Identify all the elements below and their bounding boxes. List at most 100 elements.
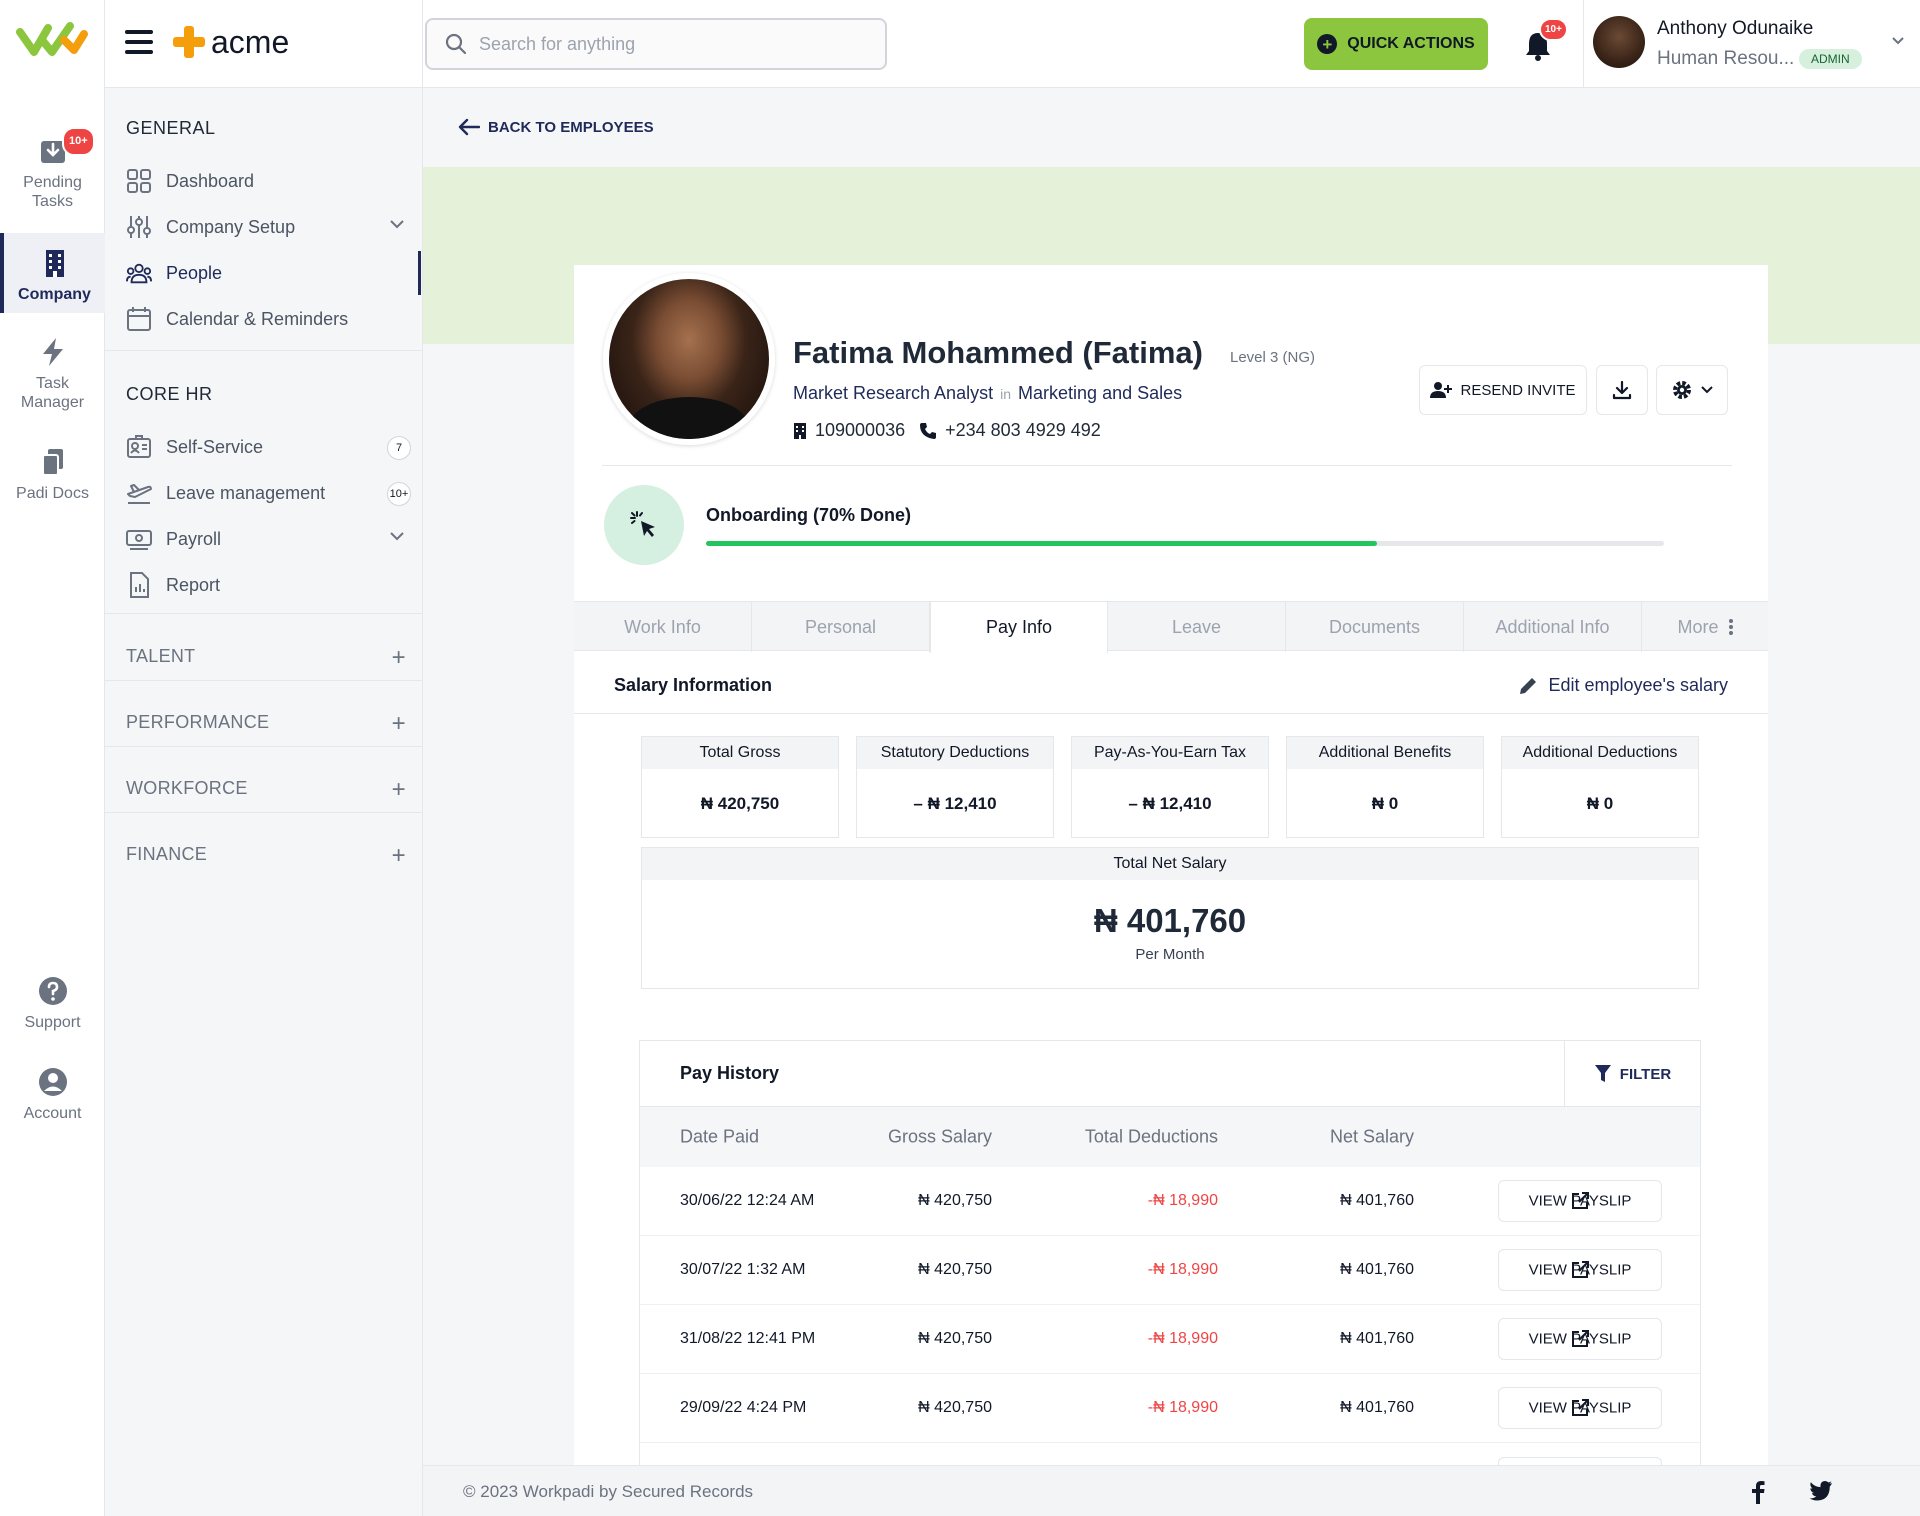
section-title-general: GENERAL: [126, 118, 216, 138]
total-net-salary: Total Net Salary ₦ 401,760 Per Month: [641, 847, 1699, 989]
back-to-employees-link[interactable]: BACK TO EMPLOYEES: [458, 118, 654, 136]
rail-label: Manager: [20, 394, 85, 411]
admin-badge: ADMIN: [1799, 49, 1862, 69]
tab-work-info[interactable]: Work Info: [574, 602, 752, 652]
sidebar-item-company-setup[interactable]: Company Setup: [126, 205, 421, 249]
divider: [1583, 0, 1584, 88]
sidebar-item-self-service[interactable]: Self-Service 7: [126, 425, 421, 469]
notifications-button[interactable]: 10+: [1523, 18, 1568, 62]
edit-salary-link[interactable]: Edit employee's salary: [1518, 675, 1728, 696]
cell-gross: ₦ 420,750: [918, 1192, 992, 1209]
search-input[interactable]: [479, 33, 859, 55]
column-header-deductions: Total Deductions: [1084, 1126, 1218, 1147]
sidebar-item-label: People: [166, 262, 223, 283]
tab-documents[interactable]: Documents: [1286, 602, 1464, 652]
column-header-gross: Gross Salary: [887, 1126, 992, 1147]
onboarding-progress-bar: [706, 541, 1664, 546]
sidebar-item-dashboard[interactable]: Dashboard: [126, 159, 421, 203]
cell-gross: ₦ 420,750: [918, 1261, 992, 1278]
cell-date: 29/09/22 4:24 PM: [680, 1399, 807, 1416]
quick-actions-button[interactable]: + QUICK ACTIONS: [1304, 18, 1488, 70]
cell-gross: ₦ 420,750: [918, 1330, 992, 1347]
stat-statutory-deductions: Statutory Deductions – ₦ 12,410: [856, 736, 1054, 838]
chevron-down-icon: [390, 220, 404, 229]
column-header-net: Net Salary: [1329, 1126, 1414, 1147]
sidebar-item-label: Payroll: [166, 528, 222, 549]
table-row: 29/09/22 4:24 PM ₦ 420,750 -₦ 18,990 ₦ 4…: [640, 1374, 1700, 1443]
tab-label: Pay Info: [985, 617, 1053, 637]
phone-icon: [920, 422, 937, 439]
tab-pay-info[interactable]: Pay Info: [930, 602, 1108, 653]
profile-tabs: Work Info Personal Pay Info Leave Docume…: [574, 601, 1768, 653]
view-payslip-label: VIEW PAYSLIP: [1528, 1261, 1632, 1279]
view-payslip-label: VIEW PAYSLIP: [1528, 1399, 1632, 1417]
sidebar-item-payroll[interactable]: Payroll: [126, 517, 421, 561]
download-button[interactable]: [1596, 365, 1648, 415]
sidebar-group-talent[interactable]: TALENT +: [126, 646, 406, 676]
workpadi-logo[interactable]: [16, 18, 88, 62]
user-role: Human Resou...: [1657, 48, 1795, 69]
view-payslip-label: VIEW PAYSLIP: [1528, 1192, 1632, 1210]
filter-label: FILTER: [1619, 1065, 1672, 1083]
tab-personal[interactable]: Personal: [752, 602, 930, 652]
rail-pending-tasks[interactable]: 10+ Pending Tasks: [0, 127, 105, 211]
twitter-icon[interactable]: [1809, 1480, 1833, 1502]
pencil-icon: [1520, 677, 1537, 694]
employee-profile-card: Fatima Mohammed (Fatima) Level 3 (NG) Ma…: [574, 265, 1768, 1465]
sidebar-group-workforce[interactable]: WORKFORCE +: [126, 778, 406, 808]
stat-value: – ₦ 12,410: [913, 794, 997, 813]
resend-invite-button[interactable]: RESEND INVITE: [1419, 365, 1587, 415]
user-menu[interactable]: Anthony Odunaike Human Resou... ADMIN: [1593, 14, 1913, 74]
tab-label: More: [1677, 616, 1719, 637]
hamburger-line: [125, 50, 153, 54]
view-payslip-button[interactable]: VIEW PAYSLIP: [1498, 1249, 1662, 1291]
rail-label: Tasks: [32, 193, 73, 210]
group-label: WORKFORCE: [126, 778, 248, 798]
rail-label: Account: [23, 1105, 82, 1122]
rail-account[interactable]: Account: [0, 1066, 105, 1123]
sidebar-group-performance[interactable]: PERFORMANCE +: [126, 712, 406, 742]
rail-task-manager[interactable]: Task Manager: [0, 336, 105, 412]
view-payslip-button[interactable]: [1498, 1457, 1662, 1465]
tab-leave[interactable]: Leave: [1108, 602, 1286, 652]
rail-support[interactable]: Support: [0, 975, 105, 1032]
menu-toggle-button[interactable]: [125, 30, 153, 56]
rail-padi-docs[interactable]: Padi Docs: [0, 446, 105, 503]
cursor-click-icon: [630, 511, 655, 537]
sidebar-item-calendar[interactable]: Calendar & Reminders: [126, 297, 421, 341]
tab-additional-info[interactable]: Additional Info: [1464, 602, 1642, 652]
rail-label: Pending: [23, 174, 82, 191]
stat-value: – ₦ 12,410: [1128, 794, 1212, 813]
tab-more[interactable]: More: [1642, 602, 1768, 652]
sidebar-item-people[interactable]: People: [126, 251, 421, 295]
avatar: [1593, 16, 1645, 68]
sidebar-item-report[interactable]: Report: [126, 563, 421, 607]
settings-menu-button[interactable]: [1656, 365, 1728, 415]
chevron-down-icon: [1892, 37, 1904, 45]
pending-tasks-badge: 10+: [62, 127, 95, 156]
cell-net: ₦ 401,760: [1340, 1192, 1414, 1209]
view-payslip-button[interactable]: VIEW PAYSLIP: [1498, 1387, 1662, 1429]
building-icon: [794, 422, 806, 439]
divider: [602, 465, 1732, 466]
rail-company[interactable]: Company: [0, 233, 105, 313]
stat-label: Total Gross: [642, 737, 838, 769]
sidebar-item-label: Leave management: [166, 482, 326, 503]
documents-icon: [41, 449, 63, 476]
brand-name: acme: [211, 23, 290, 60]
tab-label: Documents: [1328, 616, 1421, 637]
count-badge: 10+: [387, 482, 411, 506]
hamburger-line: [125, 40, 153, 44]
cell-deductions: -₦ 18,990: [1147, 1330, 1218, 1347]
search-box[interactable]: [425, 18, 887, 70]
table-row: 30/07/22 1:32 AM ₦ 420,750 -₦ 18,990 ₦ 4…: [640, 1236, 1700, 1305]
sidebar-group-finance[interactable]: FINANCE +: [126, 844, 406, 874]
sidebar-item-leave-management[interactable]: Leave management 10+: [126, 471, 421, 515]
company-brand[interactable]: acme: [173, 22, 289, 62]
divider: [105, 613, 422, 614]
facebook-icon[interactable]: [1751, 1480, 1765, 1504]
view-payslip-button[interactable]: VIEW PAYSLIP: [1498, 1318, 1662, 1360]
in-word: in: [1000, 386, 1012, 402]
view-payslip-button[interactable]: VIEW PAYSLIP: [1498, 1180, 1662, 1222]
filter-button[interactable]: FILTER: [1564, 1041, 1700, 1107]
